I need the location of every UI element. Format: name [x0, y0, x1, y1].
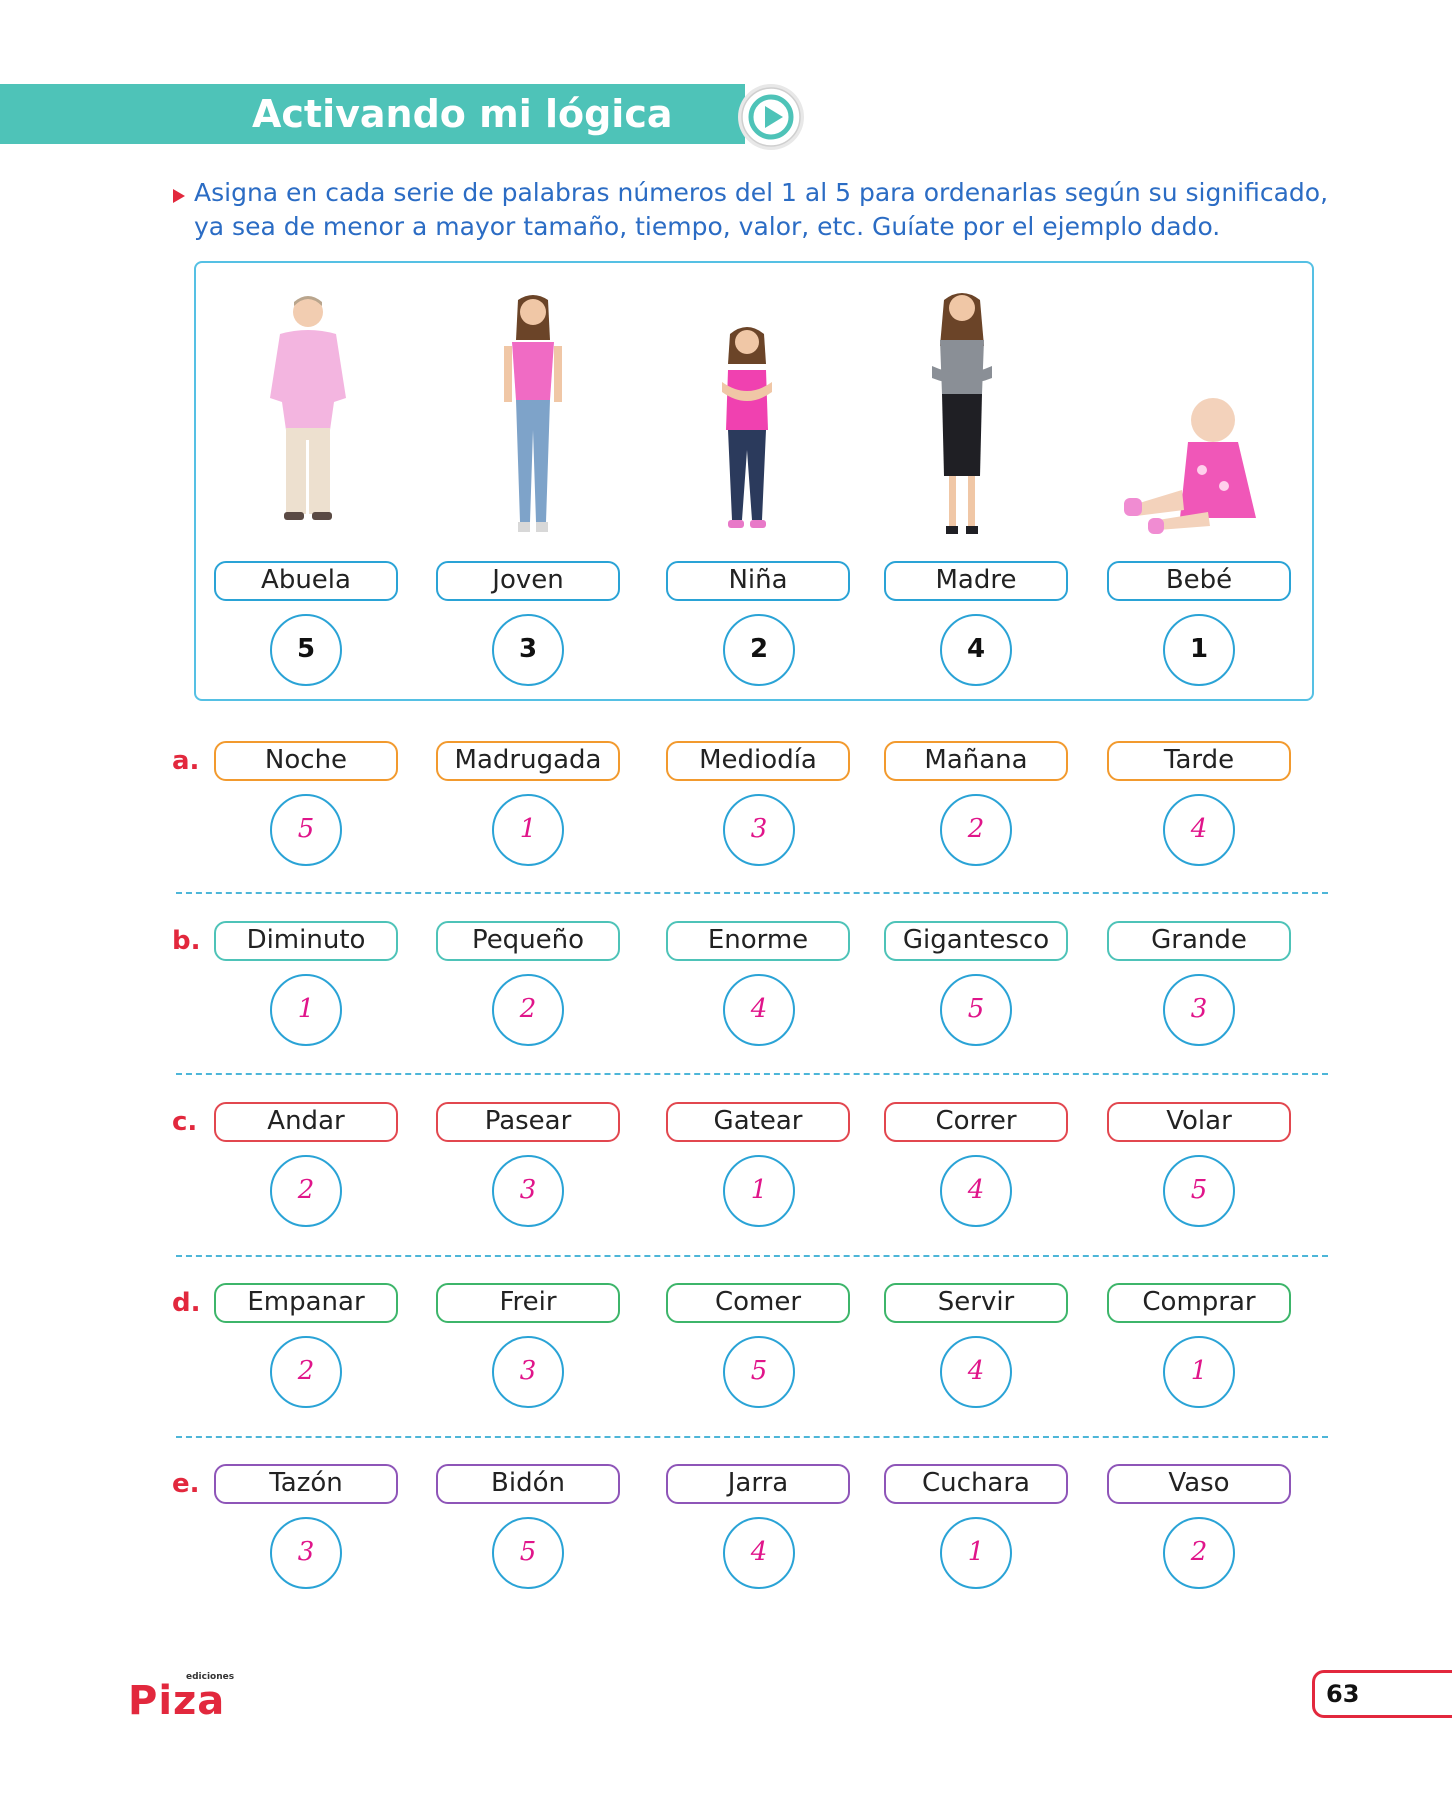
exercise-word-box: Comer [666, 1283, 850, 1323]
exercise-word-box: Cuchara [884, 1464, 1068, 1504]
exercise-letter: a. [172, 746, 200, 776]
section-divider [176, 892, 1328, 894]
exercise-word-box: Volar [1107, 1102, 1291, 1142]
exercise-letter: c. [172, 1107, 198, 1137]
answer-circle[interactable]: 1 [940, 1517, 1012, 1589]
answer-circle[interactable]: 2 [270, 1155, 342, 1227]
publisher-logo: ediciones Piza [128, 1672, 234, 1726]
exercise-word-box: Gigantesco [884, 921, 1068, 961]
exercise-word-box: Pequeño [436, 921, 620, 961]
exercise-word-box: Correr [884, 1102, 1068, 1142]
exercise-word-box: Tazón [214, 1464, 398, 1504]
exercise-word-box: Servir [884, 1283, 1068, 1323]
exercise-word-box: Bidón [436, 1464, 620, 1504]
page-number: 63 [1326, 1680, 1360, 1708]
answer-circle[interactable]: 2 [492, 974, 564, 1046]
exercise-word-box: Noche [214, 741, 398, 781]
example-word-box: Abuela [214, 561, 398, 601]
answer-circle[interactable]: 1 [1163, 1336, 1235, 1408]
exercise-word-box: Grande [1107, 921, 1291, 961]
exercise-word-box: Freir [436, 1283, 620, 1323]
example-number-circle: 1 [1163, 614, 1235, 686]
exercise-word-box: Tarde [1107, 741, 1291, 781]
exercise-word-box: Pasear [436, 1102, 620, 1142]
instruction-line: Asigna en cada serie de palabras números… [194, 178, 1329, 207]
answer-circle[interactable]: 4 [723, 974, 795, 1046]
mother-image [932, 293, 992, 534]
baby-image [1124, 398, 1256, 534]
example-word-box: Bebé [1107, 561, 1291, 601]
answer-circle[interactable]: 4 [940, 1336, 1012, 1408]
example-number-circle: 4 [940, 614, 1012, 686]
exercise-word-box: Vaso [1107, 1464, 1291, 1504]
answer-circle[interactable]: 5 [492, 1517, 564, 1589]
answer-circle[interactable]: 3 [492, 1336, 564, 1408]
logo-text: Piza [128, 1678, 226, 1724]
page-title: Activando mi lógica [252, 92, 673, 136]
answer-circle[interactable]: 1 [492, 794, 564, 866]
example-number-circle: 3 [492, 614, 564, 686]
young-woman-image [504, 295, 562, 532]
answer-circle[interactable]: 5 [723, 1336, 795, 1408]
exercise-letter: d. [172, 1288, 201, 1318]
exercise-letter: b. [172, 926, 201, 956]
answer-circle[interactable]: 2 [270, 1336, 342, 1408]
exercise-word-box: Andar [214, 1102, 398, 1142]
answer-circle[interactable]: 4 [723, 1517, 795, 1589]
grandmother-image [270, 296, 346, 520]
answer-circle[interactable]: 5 [270, 794, 342, 866]
exercise-word-box: Mañana [884, 741, 1068, 781]
section-divider [176, 1255, 1328, 1257]
exercise-word-box: Madrugada [436, 741, 620, 781]
example-word-box: Niña [666, 561, 850, 601]
answer-circle[interactable]: 1 [723, 1155, 795, 1227]
exercise-word-box: Mediodía [666, 741, 850, 781]
example-word-box: Joven [436, 561, 620, 601]
exercise-word-box: Jarra [666, 1464, 850, 1504]
answer-circle[interactable]: 1 [270, 974, 342, 1046]
exercise-letter: e. [172, 1469, 200, 1499]
exercise-word-box: Gatear [666, 1102, 850, 1142]
answer-circle[interactable]: 2 [940, 794, 1012, 866]
answer-circle[interactable]: 3 [270, 1517, 342, 1589]
example-word-box: Madre [884, 561, 1068, 601]
answer-circle[interactable]: 3 [723, 794, 795, 866]
answer-circle[interactable]: 5 [940, 974, 1012, 1046]
example-number-circle: 2 [723, 614, 795, 686]
answer-circle[interactable]: 3 [1163, 974, 1235, 1046]
exercise-word-box: Enorme [666, 921, 850, 961]
instruction-text: Asigna en cada serie de palabras números… [194, 176, 1344, 244]
exercise-word-box: Comprar [1107, 1283, 1291, 1323]
answer-circle[interactable]: 5 [1163, 1155, 1235, 1227]
section-divider [176, 1436, 1328, 1438]
exercise-word-box: Empanar [214, 1283, 398, 1323]
answer-circle[interactable]: 2 [1163, 1517, 1235, 1589]
girl-image [722, 327, 772, 528]
play-icon[interactable] [736, 82, 806, 152]
answer-circle[interactable]: 4 [940, 1155, 1012, 1227]
answer-circle[interactable]: 3 [492, 1155, 564, 1227]
section-divider [176, 1073, 1328, 1075]
instruction-line: ya sea de menor a mayor tamaño, tiempo, … [194, 212, 1221, 241]
bullet-arrow-icon [173, 189, 185, 203]
exercise-word-box: Diminuto [214, 921, 398, 961]
answer-circle[interactable]: 4 [1163, 794, 1235, 866]
example-number-circle: 5 [270, 614, 342, 686]
